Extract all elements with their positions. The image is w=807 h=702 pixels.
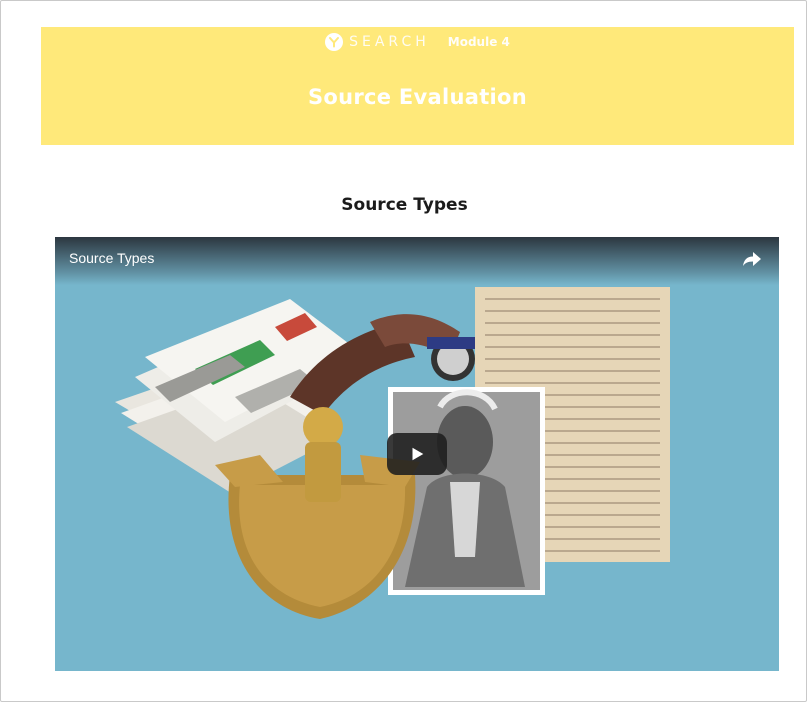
play-button[interactable] <box>387 433 447 475</box>
video-player[interactable]: Source Types <box>55 237 779 671</box>
share-icon[interactable] <box>741 249 763 269</box>
module-header: SEARCH Module 4 Source Evaluation <box>41 27 794 145</box>
module-label: Module 4 <box>447 35 510 49</box>
video-title-bar <box>55 237 779 285</box>
video-title[interactable]: Source Types <box>69 250 154 266</box>
yale-logo-icon <box>325 33 344 51</box>
page-title: Source Evaluation <box>307 85 528 109</box>
page-frame: SEARCH Module 4 Source Evaluation Source… <box>0 0 807 702</box>
section-title: Source Types <box>341 195 468 215</box>
brand-row: SEARCH Module 4 <box>41 31 794 53</box>
play-icon <box>412 447 424 461</box>
brand-name: SEARCH <box>349 34 430 50</box>
